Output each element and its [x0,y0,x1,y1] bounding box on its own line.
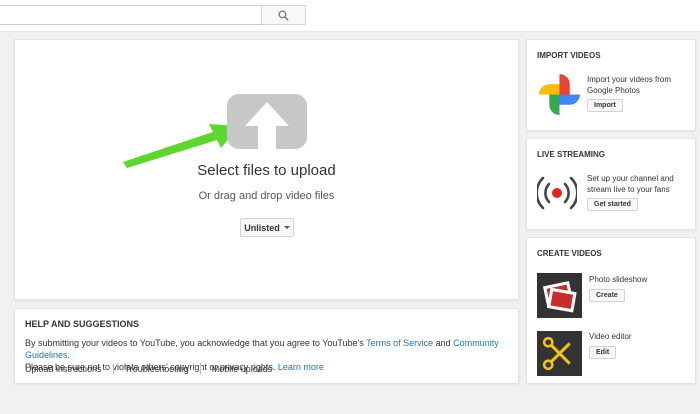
help-text-part: By submitting your videos to YouTube, yo… [25,338,367,348]
scissors-icon[interactable] [537,331,582,376]
import-button[interactable]: Import [587,99,623,112]
help-links: Upload instructions Troubleshooting Mobi… [25,364,283,374]
import-videos-text: Import your videos from Google Photos [587,75,672,95]
get-started-button[interactable]: Get started [587,198,638,211]
green-arrow-annotation [123,124,239,168]
chevron-down-icon [283,226,290,229]
search-icon [278,9,289,21]
help-title: HELP AND SUGGESTIONS [25,319,140,329]
search-input[interactable] [0,5,261,25]
create-videos-card: CREATE VIDEOS Photo slideshow Create Vid… [526,237,696,384]
live-broadcast-icon [537,176,577,210]
top-bar [0,0,700,32]
privacy-value: Unlisted [244,222,280,233]
photo-slideshow-icon[interactable] [537,273,582,318]
help-and-suggestions-card: HELP AND SUGGESTIONS By submitting your … [14,308,519,384]
upload-instructions-link[interactable]: Upload instructions [25,364,113,374]
select-files-title[interactable]: Select files to upload [15,162,518,179]
terms-of-service-link[interactable]: Terms of Service [366,338,433,348]
upload-drop-zone[interactable]: Select files to upload Or drag and drop … [14,39,519,300]
mobile-uploads-link[interactable]: Mobile uploads [199,364,284,374]
learn-more-link[interactable]: Learn more [278,362,324,372]
photo-slideshow-label: Photo slideshow [589,275,648,284]
video-editor-label: Video editor [589,332,632,341]
import-videos-title: IMPORT VIDEOS [537,51,601,60]
live-streaming-title: LIVE STREAMING [537,150,606,159]
drag-drop-hint: Or drag and drop video files [198,190,335,202]
troubleshooting-link[interactable]: Troubleshooting [112,364,200,374]
upload-arrow-icon[interactable] [227,94,307,149]
help-text-part: and [433,338,454,348]
create-button[interactable]: Create [589,289,625,302]
search-button[interactable] [261,5,306,25]
import-videos-card: IMPORT VIDEOS Import your videos from Go… [526,39,696,131]
privacy-dropdown[interactable]: Unlisted [240,218,294,237]
create-videos-title: CREATE VIDEOS [537,249,602,258]
live-streaming-card: LIVE STREAMING Set up your channel and s… [526,138,696,230]
live-streaming-text: Set up your channel and stream live to y… [587,174,674,194]
edit-button[interactable]: Edit [589,346,617,359]
help-text-part: . [67,350,71,360]
google-photos-icon [539,74,580,115]
